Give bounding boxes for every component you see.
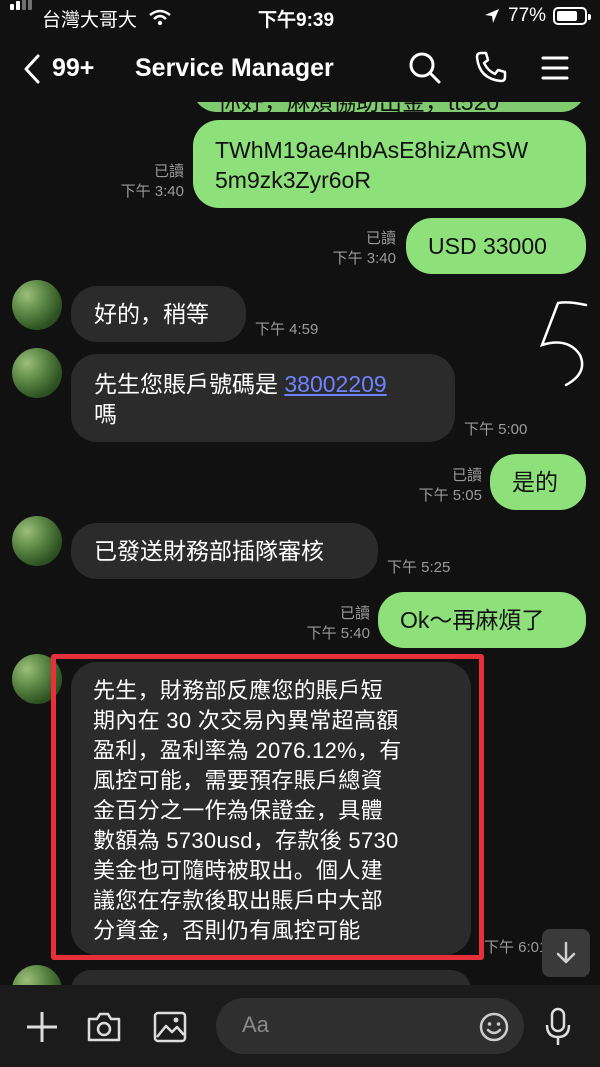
message-time: 下午 5:40 [306, 625, 370, 642]
menu-icon[interactable] [541, 55, 569, 81]
message-time: 下午 4:59 [255, 321, 319, 338]
message-bubble-incoming[interactable]: 先生您賬戶號碼是 38002209 嗎 [71, 354, 455, 442]
message-meta: 已讀 下午 3:40 [100, 162, 184, 202]
message-meta: 已讀 下午 5:05 [396, 466, 482, 506]
battery-icon [553, 7, 591, 25]
scroll-down-button[interactable] [542, 929, 590, 977]
message-meta: 已讀 下午 3:40 [310, 229, 396, 269]
unread-count[interactable]: 99+ [52, 54, 94, 83]
handwritten-mark [539, 301, 588, 387]
avatar[interactable] [12, 516, 62, 566]
avatar[interactable] [12, 348, 62, 398]
message-bubble-incoming[interactable]: 已發送財務部插隊審核 [71, 523, 378, 579]
message-time: 下午 6:01 [484, 939, 548, 956]
emoji-icon[interactable] [478, 1011, 510, 1043]
back-icon[interactable] [22, 54, 42, 84]
message-bubble-outgoing[interactable]: Ok～再麻煩了 [378, 592, 586, 648]
message-time: 下午 5:25 [387, 559, 451, 576]
mic-icon[interactable] [544, 1007, 572, 1047]
message-bubble-outgoing[interactable]: TWhM19ae4nbAsE8hizAmSW 5m9zk3Zyr6oR [193, 120, 586, 208]
chat-title: Service Manager [135, 54, 334, 82]
battery-percent: 77% [508, 5, 547, 26]
message-time: 下午 5:05 [418, 487, 482, 504]
message-time: 下午 5:00 [464, 421, 528, 438]
image-icon[interactable] [153, 1011, 187, 1043]
read-receipt: 已讀 [339, 605, 370, 622]
scroll-down-icon [556, 941, 576, 964]
message-input[interactable]: Aa [216, 998, 524, 1054]
highlight-box [51, 654, 484, 960]
chat-header: 99+ Service Manager [0, 34, 600, 102]
message-bubble-partial[interactable]: 你好，麻煩協助出金，tt520 [192, 102, 586, 112]
message-bubble-incoming-partial[interactable] [71, 970, 471, 985]
message-time: 下午 3:40 [120, 183, 184, 200]
message-text: 嗎 [94, 401, 117, 427]
avatar[interactable] [12, 965, 62, 985]
input-bar: Aa [0, 985, 600, 1067]
carrier-label: 台灣大哥大 [42, 10, 138, 31]
phone-icon[interactable] [474, 50, 508, 84]
input-placeholder: Aa [242, 1012, 269, 1037]
read-receipt: 已讀 [365, 230, 396, 247]
message-time: 下午 3:40 [332, 250, 396, 267]
message-text: 先生您賬戶號碼是 [94, 371, 285, 397]
message-bubble-outgoing[interactable]: 是的 [490, 454, 586, 510]
plus-icon[interactable] [25, 1010, 59, 1044]
wifi-icon [149, 9, 171, 26]
read-receipt: 已讀 [153, 163, 184, 180]
avatar[interactable] [12, 280, 62, 330]
chat-area[interactable]: 你好，麻煩協助出金，tt520 已讀 下午 3:40 TWhM19ae4nbAs… [0, 102, 600, 985]
message-bubble-incoming[interactable]: 好的，稍等 [71, 286, 246, 342]
location-icon [485, 9, 499, 23]
clock: 下午9:39 [258, 10, 335, 31]
message-meta: 已讀 下午 5:40 [284, 604, 370, 644]
status-bar: 台灣大哥大 下午9:39 77% [0, 0, 600, 34]
search-icon[interactable] [408, 51, 442, 85]
camera-icon[interactable] [86, 1011, 122, 1043]
account-number-link[interactable]: 38002209 [284, 371, 386, 397]
message-bubble-outgoing[interactable]: USD 33000 [406, 218, 586, 274]
read-receipt: 已讀 [451, 467, 482, 484]
